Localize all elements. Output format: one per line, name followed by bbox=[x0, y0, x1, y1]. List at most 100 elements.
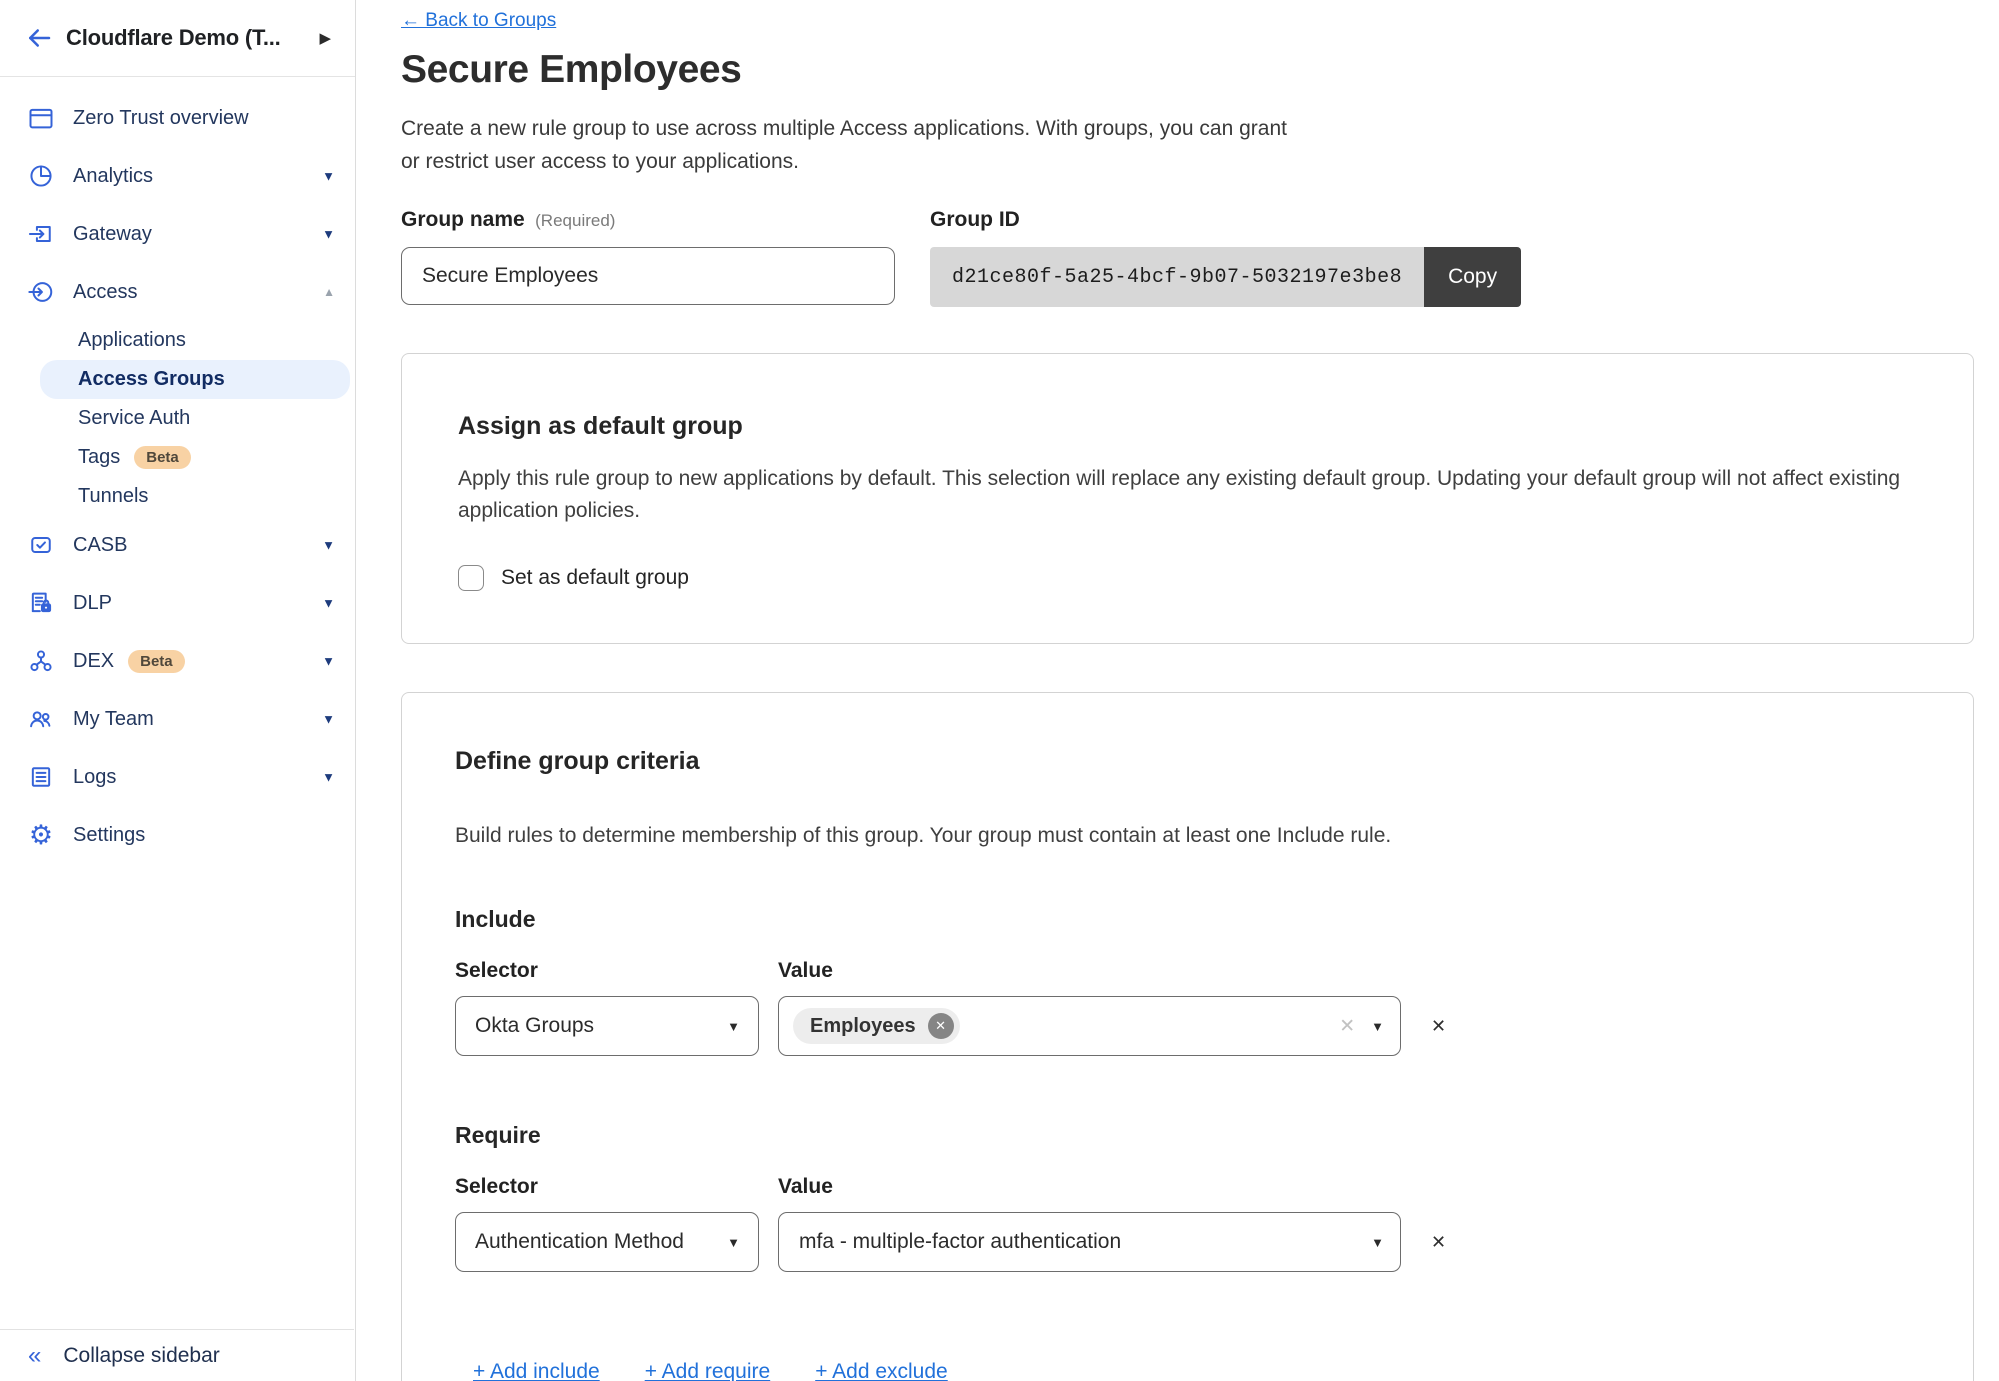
copy-button[interactable]: Copy bbox=[1424, 247, 1521, 307]
group-id-field: Group ID d21ce80f-5a25-4bcf-9b07-5032197… bbox=[930, 208, 1521, 307]
sidebar: Cloudflare Demo (T... ▶ Zero Trust overv… bbox=[0, 0, 356, 1381]
include-labels-row: Selector Value bbox=[455, 959, 1920, 983]
sidebar-item-my-team[interactable]: My Team ▼ bbox=[0, 690, 355, 748]
sidebar-item-logs[interactable]: Logs ▼ bbox=[0, 748, 355, 806]
add-rule-links: + Add include + Add require + Add exclud… bbox=[473, 1360, 1920, 1381]
chevron-down-icon: ▼ bbox=[322, 770, 335, 785]
page-description: Create a new rule group to use across mu… bbox=[401, 112, 1999, 178]
group-name-label-row: Group name (Required) bbox=[401, 208, 895, 232]
beta-badge: Beta bbox=[128, 650, 185, 673]
sidebar-item-settings[interactable]: ⚙ Settings bbox=[0, 806, 355, 864]
chevron-down-icon: ▼ bbox=[322, 538, 335, 553]
sidebar-item-gateway[interactable]: Gateway ▼ bbox=[0, 205, 355, 263]
group-name-input[interactable] bbox=[401, 247, 895, 305]
require-value-dropdown[interactable]: mfa - multiple-factor authentication ▼ bbox=[778, 1212, 1401, 1272]
include-value-multiselect[interactable]: Employees ✕ ✕ ▼ bbox=[778, 996, 1401, 1056]
expand-account-icon[interactable]: ▶ bbox=[319, 29, 331, 47]
sidebar-item-tags[interactable]: Tags Beta bbox=[40, 438, 350, 477]
chevron-down-icon: ▼ bbox=[727, 1235, 740, 1250]
sidebar-item-applications[interactable]: Applications bbox=[40, 321, 350, 360]
network-nodes-icon bbox=[26, 646, 56, 676]
sidebar-item-casb[interactable]: CASB ▼ bbox=[0, 516, 355, 574]
sidebar-item-label: My Team bbox=[73, 708, 154, 731]
sidebar-item-dex[interactable]: DEX Beta ▼ bbox=[0, 632, 355, 690]
sidebar-item-access-groups[interactable]: Access Groups bbox=[40, 360, 350, 399]
access-login-icon bbox=[26, 277, 56, 307]
gateway-icon bbox=[26, 219, 56, 249]
chevron-down-icon: ▼ bbox=[1371, 1235, 1384, 1250]
sidebar-item-tunnels[interactable]: Tunnels bbox=[40, 477, 350, 516]
require-value-text: mfa - multiple-factor authentication bbox=[793, 1230, 1371, 1254]
require-selector-value: Authentication Method bbox=[475, 1230, 727, 1254]
group-id-label: Group ID bbox=[930, 208, 1521, 232]
sidebar-item-label: Gateway bbox=[73, 223, 152, 246]
sidebar-subitem-label: Tags bbox=[78, 446, 120, 469]
sidebar-item-label: Settings bbox=[73, 824, 145, 847]
account-title: Cloudflare Demo (T... bbox=[66, 25, 319, 51]
default-group-checkbox-row: Set as default group bbox=[458, 565, 1917, 591]
sidebar-item-access[interactable]: Access ▲ bbox=[0, 263, 355, 321]
chevron-down-icon: ▼ bbox=[1371, 1019, 1384, 1034]
chevron-down-icon: ▼ bbox=[727, 1019, 740, 1034]
assign-default-group-card: Assign as default group Apply this rule … bbox=[401, 353, 1974, 644]
chevron-down-icon: ▼ bbox=[322, 227, 335, 242]
assign-default-body-line1: Apply this rule group to new application… bbox=[458, 463, 1917, 495]
sidebar-item-label: CASB bbox=[73, 534, 127, 557]
sidebar-item-zero-trust-overview[interactable]: Zero Trust overview bbox=[0, 89, 355, 147]
sidebar-subitem-label: Applications bbox=[78, 329, 186, 352]
page-description-line1: Create a new rule group to use across mu… bbox=[401, 112, 1999, 145]
value-chip: Employees ✕ bbox=[793, 1008, 960, 1044]
sidebar-item-label: DEX bbox=[73, 650, 114, 673]
page-description-line2: or restrict user access to your applicat… bbox=[401, 145, 1999, 178]
chevron-down-icon: ▼ bbox=[322, 712, 335, 727]
document-lock-icon bbox=[26, 588, 56, 618]
set-default-group-label: Set as default group bbox=[501, 566, 689, 590]
chevron-down-icon: ▼ bbox=[322, 169, 335, 184]
include-rule-row: Okta Groups ▼ Employees ✕ ✕ ▼ ✕ bbox=[455, 996, 1920, 1056]
back-arrow-icon[interactable] bbox=[24, 23, 54, 53]
include-selector-dropdown[interactable]: Okta Groups ▼ bbox=[455, 996, 759, 1056]
chip-remove-icon[interactable]: ✕ bbox=[928, 1013, 954, 1039]
add-require-link[interactable]: + Add require bbox=[645, 1360, 771, 1381]
set-default-group-checkbox[interactable] bbox=[458, 565, 484, 591]
clear-values-icon[interactable]: ✕ bbox=[1339, 1015, 1355, 1038]
collapse-label: Collapse sidebar bbox=[63, 1344, 219, 1368]
group-id-box: d21ce80f-5a25-4bcf-9b07-5032197e3be8 Cop… bbox=[930, 247, 1521, 307]
include-selector-label: Selector bbox=[455, 959, 778, 983]
sidebar-item-analytics[interactable]: Analytics ▼ bbox=[0, 147, 355, 205]
assign-default-body-line2: application policies. bbox=[458, 495, 1917, 527]
sidebar-item-dlp[interactable]: DLP ▼ bbox=[0, 574, 355, 632]
assign-default-heading: Assign as default group bbox=[458, 412, 1917, 441]
sidebar-nav: Zero Trust overview Analytics ▼ Gateway bbox=[0, 77, 355, 864]
back-to-groups-link[interactable]: ← Back to Groups bbox=[401, 10, 556, 32]
include-selector-value: Okta Groups bbox=[475, 1014, 727, 1038]
remove-include-rule-icon[interactable]: ✕ bbox=[1431, 1016, 1446, 1037]
chevron-down-icon: ▼ bbox=[322, 654, 335, 669]
beta-badge: Beta bbox=[134, 446, 191, 469]
chevron-down-icon: ▼ bbox=[322, 596, 335, 611]
sidebar-subitem-label: Tunnels bbox=[78, 485, 148, 508]
group-meta-row: Group name (Required) Group ID d21ce80f-… bbox=[401, 208, 1999, 307]
require-selector-dropdown[interactable]: Authentication Method ▼ bbox=[455, 1212, 759, 1272]
casb-check-icon bbox=[26, 530, 56, 560]
remove-require-rule-icon[interactable]: ✕ bbox=[1431, 1232, 1446, 1253]
assign-default-body: Apply this rule group to new application… bbox=[458, 463, 1917, 527]
add-exclude-link[interactable]: + Add exclude bbox=[815, 1360, 948, 1381]
require-selector-label: Selector bbox=[455, 1175, 778, 1199]
sidebar-item-label: Access bbox=[73, 281, 137, 304]
sidebar-item-service-auth[interactable]: Service Auth bbox=[40, 399, 350, 438]
sidebar-item-label: Logs bbox=[73, 766, 116, 789]
sidebar-subitem-label: Access Groups bbox=[78, 368, 225, 391]
criteria-heading: Define group criteria bbox=[455, 747, 1920, 776]
pie-chart-icon bbox=[26, 161, 56, 191]
gear-icon: ⚙ bbox=[26, 820, 56, 850]
value-chip-label: Employees bbox=[810, 1015, 916, 1038]
zero-trust-dashboard: Cloudflare Demo (T... ▶ Zero Trust overv… bbox=[0, 0, 1999, 1381]
group-name-required-hint: (Required) bbox=[535, 211, 615, 230]
require-labels-row: Selector Value bbox=[455, 1175, 1920, 1199]
add-include-link[interactable]: + Add include bbox=[473, 1360, 600, 1381]
sidebar-subitem-label: Service Auth bbox=[78, 407, 190, 430]
collapse-sidebar-button[interactable]: « Collapse sidebar bbox=[0, 1329, 354, 1381]
page-title: Secure Employees bbox=[401, 48, 1999, 92]
sidebar-item-label: Analytics bbox=[73, 165, 153, 188]
